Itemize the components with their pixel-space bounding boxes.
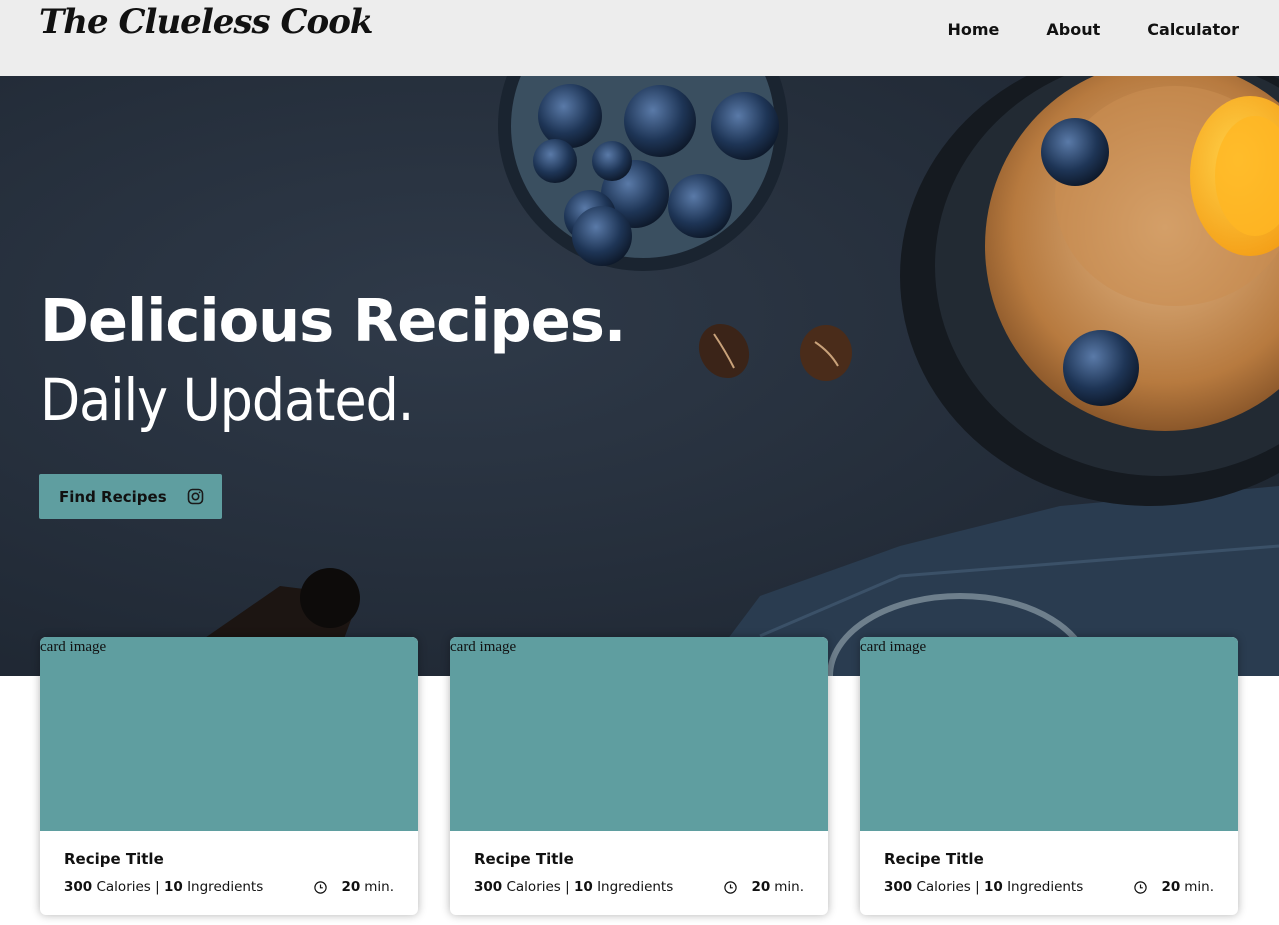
find-recipes-label: Find Recipes [59, 487, 167, 506]
ingredients-value: 10 [163, 879, 183, 895]
recipe-stats: 300 Calories | 10 Ingredients [474, 879, 673, 895]
card-body: Recipe Title 300 Calories | 10 Ingredien… [450, 831, 828, 895]
time-value: 20 [751, 879, 771, 895]
calories-label: Calories | [916, 879, 980, 895]
card-image: card image [450, 637, 828, 831]
time-unit: min. [774, 879, 804, 895]
card-image: card image [860, 637, 1238, 831]
recipe-meta: 300 Calories | 10 Ingredients 20 min. [884, 879, 1214, 895]
hero-subtitle: Daily Updated. [40, 366, 414, 434]
recipe-stats: 300 Calories | 10 Ingredients [884, 879, 1083, 895]
calories-label: Calories | [506, 879, 570, 895]
site-logo[interactable]: The Clueless Cook [39, 2, 373, 42]
card-body: Recipe Title 300 Calories | 10 Ingredien… [40, 831, 418, 895]
calories-value: 300 [474, 879, 503, 895]
clock-icon [724, 880, 738, 894]
ingredients-label: Ingredients [597, 879, 674, 895]
recipe-title[interactable]: Recipe Title [474, 850, 804, 868]
recipe-cards: card image Recipe Title 300 Calories | 1… [40, 637, 1239, 915]
recipe-time: 20 min. [724, 879, 804, 895]
hero-title: Delicious Recipes. [40, 286, 626, 355]
calories-label: Calories | [96, 879, 160, 895]
card-body: Recipe Title 300 Calories | 10 Ingredien… [860, 831, 1238, 895]
recipe-meta: 300 Calories | 10 Ingredients 20 min. [474, 879, 804, 895]
ingredients-value: 10 [573, 879, 593, 895]
ingredients-label: Ingredients [187, 879, 264, 895]
recipe-card[interactable]: card image Recipe Title 300 Calories | 1… [450, 637, 828, 915]
clock-icon [1134, 880, 1148, 894]
nav-link-about[interactable]: About [1046, 20, 1100, 39]
nav-link-home[interactable]: Home [948, 20, 1000, 39]
find-recipes-button[interactable]: Find Recipes [39, 474, 222, 519]
time-unit: min. [1184, 879, 1214, 895]
time-unit: min. [364, 879, 394, 895]
card-image: card image [40, 637, 418, 831]
navbar: The Clueless Cook Home About Calculator [0, 0, 1279, 76]
instagram-icon [187, 488, 203, 505]
time-value: 20 [341, 879, 361, 895]
time-value: 20 [1161, 879, 1181, 895]
clock-icon [314, 880, 328, 894]
recipe-stats: 300 Calories | 10 Ingredients [64, 879, 263, 895]
recipe-title[interactable]: Recipe Title [884, 850, 1214, 868]
calories-value: 300 [884, 879, 913, 895]
ingredients-value: 10 [983, 879, 1003, 895]
recipe-card[interactable]: card image Recipe Title 300 Calories | 1… [40, 637, 418, 915]
hero-banner: Delicious Recipes. Daily Updated. Find R… [0, 76, 1279, 676]
recipe-time: 20 min. [314, 879, 394, 895]
recipe-card[interactable]: card image Recipe Title 300 Calories | 1… [860, 637, 1238, 915]
recipe-time: 20 min. [1134, 879, 1214, 895]
recipe-meta: 300 Calories | 10 Ingredients 20 min. [64, 879, 394, 895]
ingredients-label: Ingredients [1007, 879, 1084, 895]
nav-links: Home About Calculator [948, 20, 1240, 39]
calories-value: 300 [64, 879, 93, 895]
nav-link-calculator[interactable]: Calculator [1147, 20, 1239, 39]
recipe-title[interactable]: Recipe Title [64, 850, 394, 868]
